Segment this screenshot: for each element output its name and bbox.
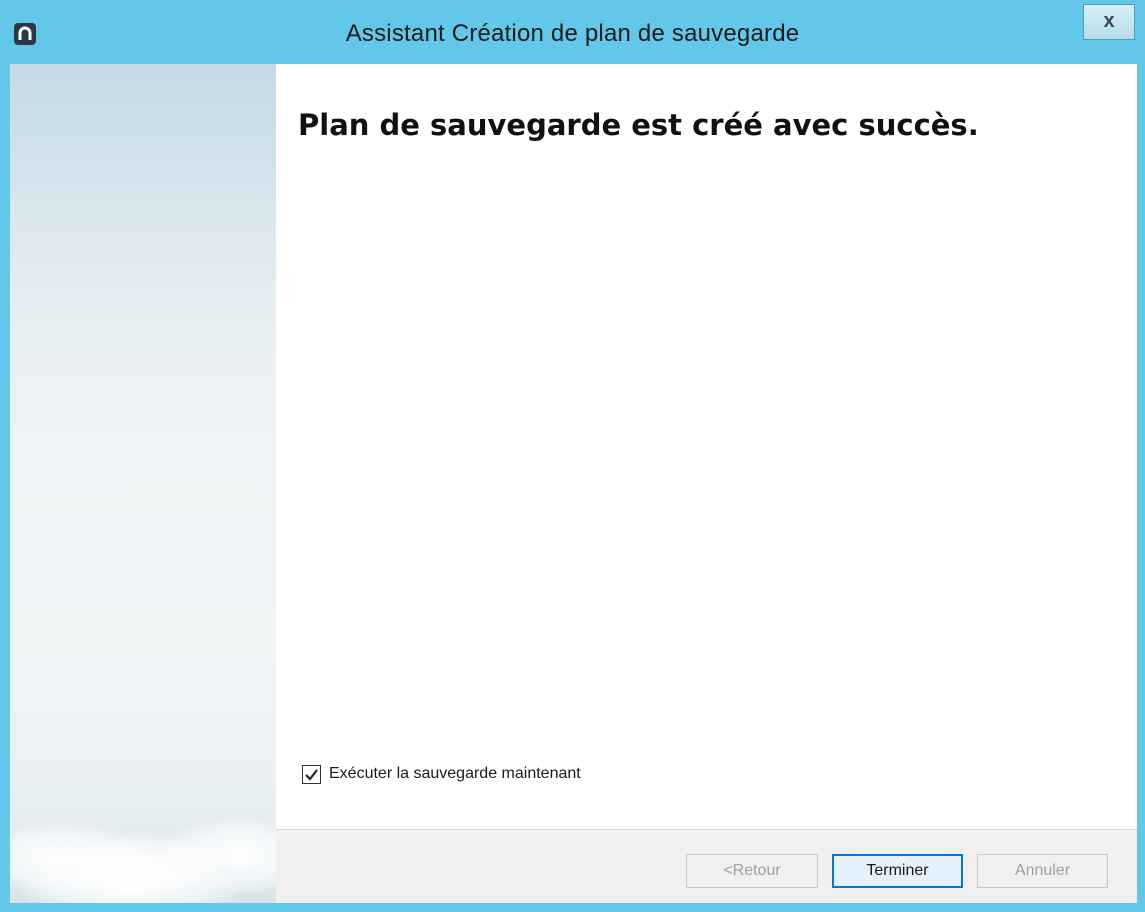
wizard-window: Assistant Création de plan de sauvegarde… xyxy=(0,0,1145,912)
page-title: Plan de sauvegarde est créé avec succès. xyxy=(298,108,979,142)
wizard-content: Plan de sauvegarde est créé avec succès.… xyxy=(276,64,1137,903)
run-now-label[interactable]: Exécuter la sauvegarde maintenant xyxy=(329,765,581,783)
checkmark-icon xyxy=(305,768,318,781)
cancel-button[interactable]: Annuler xyxy=(977,854,1108,888)
title-bar[interactable]: Assistant Création de plan de sauvegarde… xyxy=(0,0,1145,64)
window-title: Assistant Création de plan de sauvegarde xyxy=(345,20,800,47)
close-button[interactable]: x xyxy=(1083,4,1135,40)
wizard-footer: <Retour Terminer Annuler xyxy=(276,830,1137,903)
wizard-client-area: Plan de sauvegarde est créé avec succès.… xyxy=(10,64,1137,903)
back-button[interactable]: <Retour xyxy=(686,854,818,888)
finish-button[interactable]: Terminer xyxy=(832,854,963,888)
run-now-option[interactable]: Exécuter la sauvegarde maintenant xyxy=(302,762,581,786)
run-now-checkbox[interactable] xyxy=(302,764,321,784)
sky-tint xyxy=(10,64,276,324)
sidebar-sky-image xyxy=(10,64,276,903)
